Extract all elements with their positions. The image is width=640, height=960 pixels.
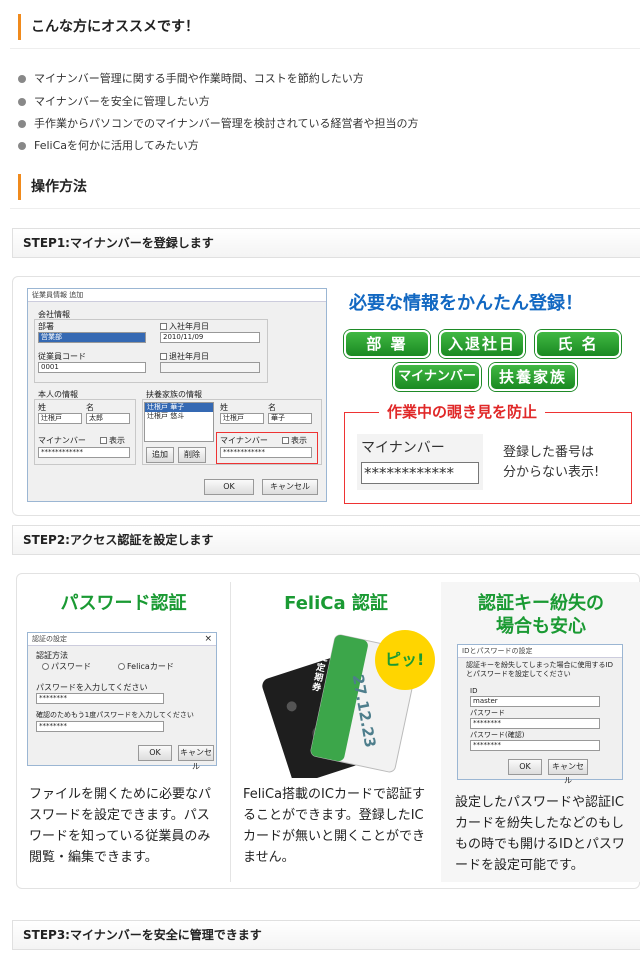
divider <box>10 48 640 49</box>
add-button[interactable]: 追加 <box>146 447 174 463</box>
fam-sei-field[interactable]: 辻根戸 <box>220 413 264 424</box>
tag-name: 氏 名 <box>535 330 621 358</box>
mei-field[interactable]: 太郎 <box>86 413 130 424</box>
empno-field[interactable]: 0001 <box>38 362 146 373</box>
sei-label: 姓 <box>38 403 46 412</box>
family-list[interactable]: 辻根戸 華子 辻根戸 悠斗 <box>144 402 214 442</box>
step1-header: STEP1:マイナンバーを登録します <box>12 228 640 258</box>
divider <box>10 208 640 209</box>
lost-title: 認証キー紛失の 場合も安心 <box>478 593 604 637</box>
cancel-button[interactable]: キャンセル <box>178 745 214 771</box>
peek-title: 作業中の覗き見を防止 <box>379 402 546 422</box>
step1-card: 従業員情報 追加 会社情報 部署 営業部 入社年月日 2010/11/09 従業… <box>12 276 640 516</box>
fam-mynumber-field[interactable]: ************ <box>220 447 312 458</box>
lost-pw-label: パスワード <box>470 709 505 717</box>
fam-show-toggle[interactable]: 表示 <box>282 436 307 445</box>
window-title: 認証の設定 <box>28 633 216 646</box>
sei-field[interactable]: 辻根戸 <box>38 413 82 424</box>
pw-field[interactable]: ******** <box>36 693 164 704</box>
felica-desc: FeliCa搭載のICカードで認証することができます。登録したICカードが無いと… <box>243 787 426 865</box>
peek-note: 登録した番号は 分からない表示! <box>503 445 600 480</box>
felica-card-icon <box>262 630 435 778</box>
lost-confirm-label: パスワード(確認) <box>470 731 525 739</box>
promo-title: 必要な情報をかんたん登録！ <box>349 293 583 314</box>
confirm-label: 確認のためもう1度パスワードを入力してください <box>36 711 194 719</box>
window-title: 従業員情報 追加 <box>28 289 326 302</box>
tag-dept: 部 署 <box>344 330 430 358</box>
tag-family: 扶養家族 <box>489 363 577 391</box>
list-item: マイナンバーを安全に管理したい方 <box>18 95 210 109</box>
lost-pw-field[interactable]: ******** <box>470 718 600 729</box>
list-item[interactable]: 辻根戸 悠斗 <box>145 412 213 421</box>
window-title: IDとパスワードの設定 <box>458 645 622 658</box>
checkbox-icon[interactable] <box>160 353 167 360</box>
checkbox-icon[interactable] <box>282 437 289 444</box>
divider <box>230 582 231 882</box>
fam-sei-label: 姓 <box>220 403 228 412</box>
checkbox-icon[interactable] <box>100 437 107 444</box>
step2-header: STEP2:アクセス認証を設定します <box>12 525 640 555</box>
leave-date-field[interactable] <box>160 362 260 373</box>
peek-field: ************ <box>361 462 479 484</box>
list-item[interactable]: 辻根戸 華子 <box>145 403 213 412</box>
fam-mei-label: 名 <box>268 403 276 412</box>
list-item: 手作業からパソコンでのマイナンバー管理を検討されている経営者や担当の方 <box>18 117 418 131</box>
mynumber-field[interactable]: ************ <box>38 447 130 458</box>
dept-label: 部署 <box>38 322 54 331</box>
checkbox-icon[interactable] <box>160 323 167 330</box>
mynumber-label: マイナンバー <box>38 436 86 445</box>
list-item: マイナンバー管理に関する手間や作業時間、コストを節約したい方 <box>18 72 364 86</box>
lost-confirm-field[interactable]: ******** <box>470 740 600 751</box>
cancel-button[interactable]: キャンセル <box>262 479 318 495</box>
pw-label: パスワードを入力してください <box>36 683 148 692</box>
id-password-window: IDとパスワードの設定 認証キーを紛失してしまった場合に使用するIDとパスワード… <box>457 644 623 785</box>
mei-label: 名 <box>86 403 94 412</box>
radio-felica[interactable]: Felicaカード <box>118 662 174 671</box>
radio-icon[interactable] <box>118 663 125 670</box>
fam-mei-field[interactable]: 華子 <box>268 413 312 424</box>
peek-mock: マイナンバー ************ <box>357 434 483 490</box>
ok-button[interactable]: OK <box>138 745 172 761</box>
company-group <box>34 319 268 383</box>
felica-title: FeliCa 認証 <box>284 593 388 614</box>
password-title: パスワード認証 <box>60 593 187 614</box>
employee-window: 従業員情報 追加 会社情報 部署 営業部 入社年月日 2010/11/09 従業… <box>27 288 327 502</box>
password-desc: ファイルを開くために必要なパスワードを設定できます。パスワードを知っている従業員… <box>29 787 212 865</box>
ok-button[interactable]: OK <box>204 479 254 495</box>
leave-label: 退社年月日 <box>160 352 209 361</box>
family-group-label: 扶養家族の情報 <box>145 390 203 399</box>
join-label: 入社年月日 <box>160 322 209 331</box>
fam-mynumber-label: マイナンバー <box>220 436 268 445</box>
step3-header: STEP3:マイナンバーを安全に管理できます <box>12 920 640 950</box>
list-item: FeliCaを何かに活用してみたい方 <box>18 139 199 153</box>
ok-button[interactable]: OK <box>508 759 542 775</box>
lost-note: 認証キーを紛失してしまった場合に使用するIDとパスワードを設定してください <box>466 661 613 678</box>
step2-card: パスワード認証 認証の設定 × 認証方法 パスワード Felicaカード パスワ… <box>16 573 640 889</box>
recommend-heading: こんな方にオススメです！ <box>18 14 199 40</box>
method-label: 認証方法 <box>36 651 68 660</box>
confirm-field[interactable]: ******** <box>36 721 164 732</box>
tag-mynumber: マイナンバー <box>393 363 481 391</box>
password-window: 認証の設定 × 認証方法 パスワード Felicaカード パスワードを入力してく… <box>27 632 217 771</box>
id-field[interactable]: master <box>470 696 600 707</box>
self-group-label: 本人の情報 <box>37 390 79 399</box>
close-icon[interactable]: × <box>204 634 212 644</box>
show-toggle[interactable]: 表示 <box>100 436 125 445</box>
radio-password[interactable]: パスワード <box>42 662 91 671</box>
cancel-button[interactable]: キャンセル <box>548 759 588 785</box>
radio-icon[interactable] <box>42 663 49 670</box>
tag-dates: 入退社日 <box>439 330 525 358</box>
peek-label: マイナンバー <box>361 440 445 456</box>
delete-button[interactable]: 削除 <box>178 447 206 463</box>
id-label: ID <box>470 687 478 695</box>
lost-desc: 設定したパスワードや認証ICカードを紛失したなどのもしもの時でも開けるIDとパス… <box>455 795 625 873</box>
operation-heading: 操作方法 <box>18 174 87 200</box>
company-group-label: 会社情報 <box>37 310 71 319</box>
pi-bubble: ピッ! <box>385 650 425 669</box>
empno-label: 従業員コード <box>38 352 86 361</box>
join-date-field[interactable]: 2010/11/09 <box>160 332 260 343</box>
dept-select[interactable]: 営業部 <box>38 332 146 343</box>
